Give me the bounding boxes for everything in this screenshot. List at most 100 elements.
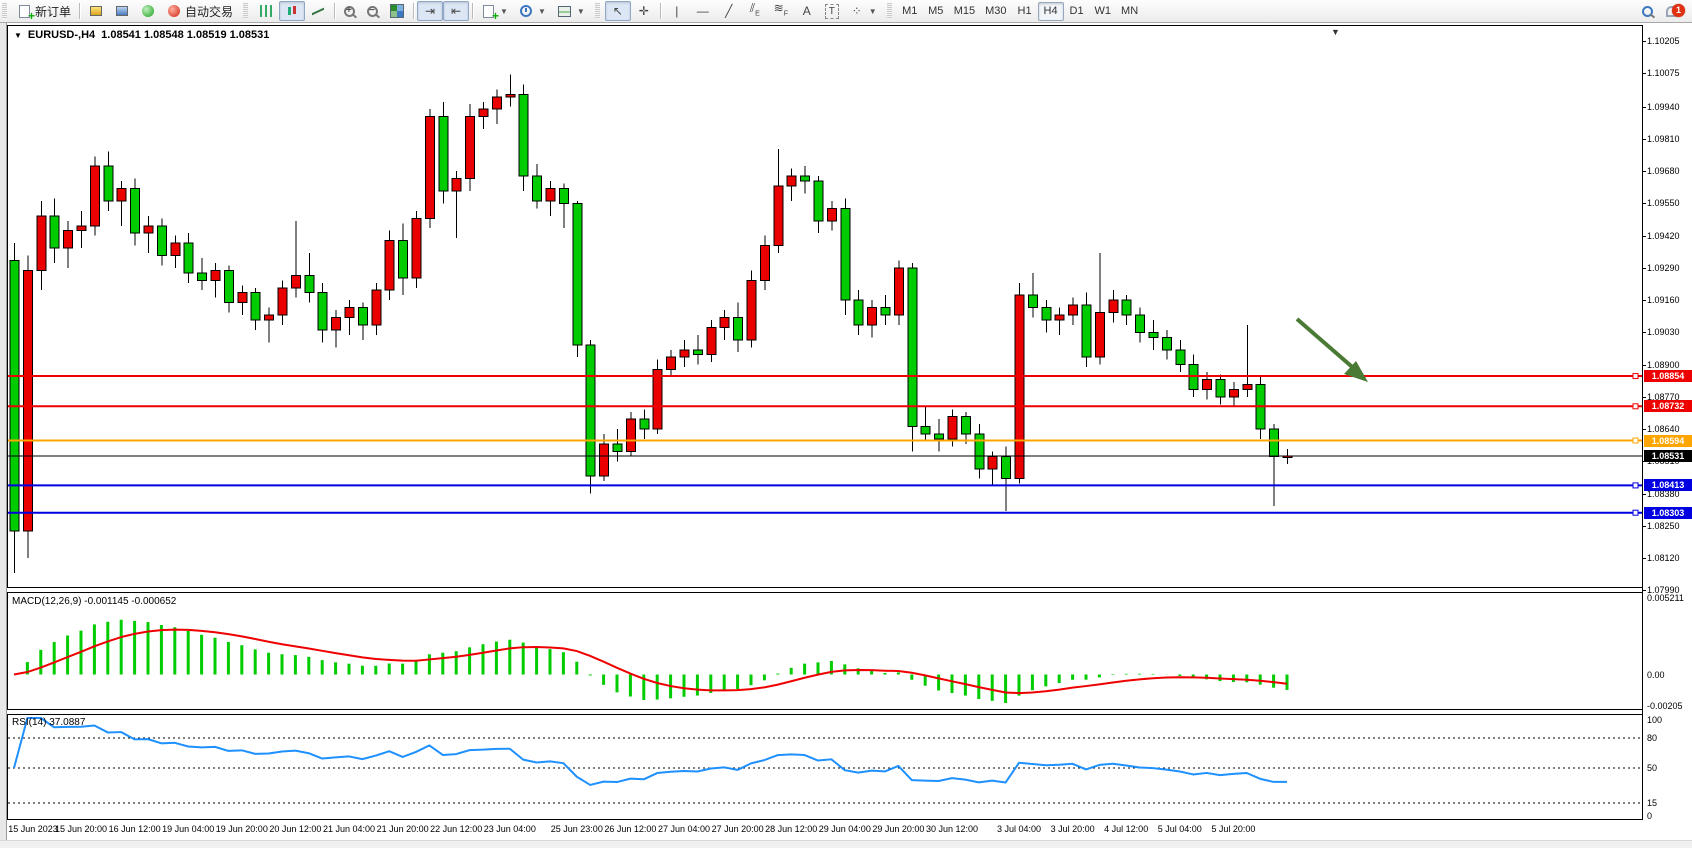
time-tick-label: 28 Jun 12:00: [765, 824, 817, 834]
time-tick-label: 15 Jun 20:00: [55, 824, 107, 834]
tile-windows-button[interactable]: [384, 1, 410, 21]
price-tick-label: 1.10075: [1647, 68, 1680, 78]
auto-trading-icon: [168, 5, 180, 17]
time-tick-label: 16 Jun 12:00: [109, 824, 161, 834]
price-axis-border: [1642, 25, 1643, 820]
timeframe-button-h1[interactable]: H1: [1012, 2, 1038, 21]
price-tick-label: 1.09160: [1647, 295, 1680, 305]
time-axis[interactable]: 15 Jun 202315 Jun 20:0016 Jun 12:0019 Ju…: [7, 822, 1643, 838]
indicator-axis-label: 0: [1647, 811, 1652, 821]
price-tick-label: 1.09940: [1647, 102, 1680, 112]
chart-shift-button[interactable]: ⇤: [443, 1, 469, 21]
cursor-icon: ↖: [610, 3, 626, 19]
fibonacci-icon: ≋F: [773, 0, 789, 22]
indicators-icon: [483, 5, 494, 18]
equidistant-channel-tool-button[interactable]: ⫽E: [742, 1, 768, 21]
indicators-button[interactable]: ▼: [476, 1, 513, 21]
arrows-tool-button[interactable]: ⁘▼: [844, 1, 882, 21]
time-tick-label: 27 Jun 20:00: [712, 824, 764, 834]
text-tool-button[interactable]: A: [794, 1, 820, 21]
time-tick-label: 3 Jul 04:00: [997, 824, 1041, 834]
timeframe-button-m5[interactable]: M5: [923, 2, 949, 21]
separator: [413, 3, 414, 19]
trendline-tool-button[interactable]: ╱: [716, 1, 742, 21]
indicator-axis-label: 0.00: [1647, 670, 1665, 680]
auto-scroll-button[interactable]: ⇥: [417, 1, 443, 21]
search-icon[interactable]: [1642, 6, 1653, 17]
zoom-in-button[interactable]: +: [338, 1, 361, 21]
indicator-axis-label: -0.00205: [1647, 701, 1683, 711]
profile-button[interactable]: [83, 1, 109, 21]
quote-expand-icon[interactable]: ▼: [14, 31, 22, 40]
time-tick-label: 19 Jun 20:00: [216, 824, 268, 834]
time-tick-label: 30 Jun 12:00: [926, 824, 978, 834]
zoom-in-icon: +: [344, 6, 355, 17]
community-chat-icon[interactable]: 1: [1666, 6, 1680, 17]
timeframe-button-h4[interactable]: H4: [1038, 2, 1064, 21]
chart-shift-marker[interactable]: ▼: [1331, 27, 1340, 37]
periods-icon: [520, 5, 532, 17]
timeframe-button-m30[interactable]: M30: [980, 2, 1011, 21]
candlestick-chart-button[interactable]: [279, 1, 305, 21]
line-chart-button[interactable]: [305, 1, 331, 21]
macd-panel[interactable]: [7, 592, 1643, 710]
price-tick: [1642, 300, 1646, 301]
new-order-icon: [19, 5, 30, 18]
bar-chart-button[interactable]: [253, 1, 279, 21]
timeframe-toolbar: M1M5M15M30H1H4D1W1MN: [894, 0, 1146, 23]
price-tick: [1642, 494, 1646, 495]
text-label-tool-button[interactable]: T: [820, 1, 844, 21]
periods-button[interactable]: ▼: [513, 1, 551, 21]
indicator-axis-label: 0.005211: [1647, 593, 1684, 603]
time-tick-label: 5 Jul 20:00: [1211, 824, 1255, 834]
toolbar-grip[interactable]: [2, 3, 7, 19]
separator: [660, 3, 661, 19]
toolbar-grip[interactable]: [887, 3, 892, 19]
toolbar: 新订单 自动交易 + − ⇥ ⇤ ▼ ▼ ▼: [0, 0, 1692, 23]
time-tick-label: 21 Jun 04:00: [323, 824, 375, 834]
timeframe-button-w1[interactable]: W1: [1090, 2, 1117, 21]
time-tick-label: 21 Jun 20:00: [377, 824, 429, 834]
horizontal-line-tool-button[interactable]: —: [690, 1, 716, 21]
auto-scroll-icon: ⇥: [422, 3, 438, 19]
signals-button[interactable]: [135, 1, 161, 21]
tile-windows-icon: [391, 5, 403, 17]
cursor-tool-button[interactable]: ↖: [605, 1, 631, 21]
price-tick: [1642, 203, 1646, 204]
trendline-icon: ╱: [721, 3, 737, 19]
price-level-tag: 1.08854: [1644, 370, 1692, 382]
time-tick-label: 29 Jun 20:00: [872, 824, 924, 834]
zoom-out-button[interactable]: −: [361, 1, 384, 21]
indicator-axis-label: 15: [1647, 798, 1657, 808]
text-icon: A: [799, 3, 815, 19]
price-tick: [1642, 332, 1646, 333]
rsi-panel[interactable]: [7, 714, 1643, 820]
time-tick-label: 25 Jun 23:00: [551, 824, 603, 834]
templates-button[interactable]: ▼: [551, 1, 590, 21]
timeframe-button-m1[interactable]: M1: [897, 2, 923, 21]
time-tick-label: 4 Jul 12:00: [1104, 824, 1148, 834]
timeframe-button-d1[interactable]: D1: [1064, 2, 1090, 21]
toolbar-grip[interactable]: [243, 3, 248, 19]
timeframe-button-mn[interactable]: MN: [1116, 2, 1143, 21]
text-label-icon: T: [825, 4, 839, 19]
price-tick: [1642, 526, 1646, 527]
market-watch-button[interactable]: [109, 1, 135, 21]
timeframe-button-m15[interactable]: M15: [949, 2, 980, 21]
crosshair-tool-button[interactable]: ✛: [631, 1, 657, 21]
auto-trading-button[interactable]: 自动交易: [161, 1, 238, 21]
fibonacci-tool-button[interactable]: ≋F: [768, 1, 794, 21]
new-order-button[interactable]: 新订单: [12, 1, 76, 21]
time-tick-label: 23 Jun 04:00: [484, 824, 536, 834]
indicator-axis-label: 50: [1647, 763, 1657, 773]
toolbar-grip[interactable]: [595, 3, 600, 19]
main-chart-panel[interactable]: [7, 25, 1643, 588]
price-tick-label: 1.09680: [1647, 166, 1680, 176]
time-tick-label: 27 Jun 04:00: [658, 824, 710, 834]
indicator-axis-label: 80: [1647, 733, 1657, 743]
price-tick: [1642, 73, 1646, 74]
vertical-line-tool-button[interactable]: |: [664, 1, 690, 21]
window-left-edge: [0, 23, 7, 848]
horizontal-line-icon: —: [695, 3, 711, 19]
separator: [334, 3, 335, 19]
